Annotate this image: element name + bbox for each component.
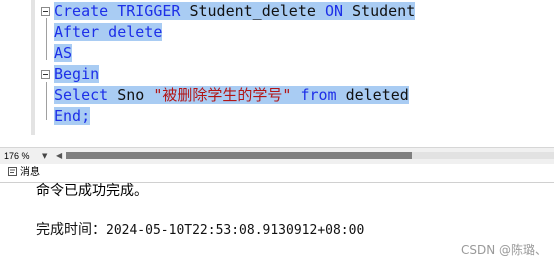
code-line-4[interactable]: Begin <box>54 64 100 85</box>
code-token: Student_delete <box>189 2 325 20</box>
code-token: End; <box>54 107 91 125</box>
code-token: Begin <box>54 65 100 83</box>
code-token: Create TRIGGER <box>54 2 190 20</box>
code-line-3[interactable]: AS <box>54 43 73 64</box>
completion-time-value: 2024-05-10T22:53:08.9130912+08:00 <box>106 223 365 238</box>
code-line-6[interactable]: End; <box>54 106 91 127</box>
code-token: Student <box>352 2 416 20</box>
code-token: "被删除学生的学号" <box>153 86 301 104</box>
tab-messages-label: 消息 <box>20 167 40 178</box>
completion-time-row: 完成时间：2024-05-10T22:53:08.9130912+08:00 <box>36 220 364 240</box>
result-message: 命令已成功完成。 <box>36 183 148 199</box>
fold-guide-line <box>46 82 47 120</box>
collapse-block-icon[interactable] <box>41 7 50 16</box>
code-line-2[interactable]: After delete <box>54 22 163 43</box>
completion-time-label: 完成时间： <box>36 222 106 238</box>
watermark: CSDN @陈璐、 <box>460 243 547 257</box>
messages-icon <box>8 167 17 176</box>
code-token: deleted <box>345 86 409 104</box>
zoom-value: 176 % <box>4 151 30 161</box>
messages-pane: 命令已成功完成。 完成时间：2024-05-10T22:53:08.913091… <box>0 182 554 266</box>
code-line-5[interactable]: Select Sno "被删除学生的学号" from deleted <box>54 85 409 106</box>
code-line-1[interactable]: Create TRIGGER Student_delete ON Student <box>54 1 416 22</box>
code-token: Select <box>54 86 118 104</box>
tab-messages[interactable]: 消息 <box>8 166 40 180</box>
scroll-left-icon[interactable]: ◀ <box>56 151 62 160</box>
chevron-down-icon[interactable]: ▼ <box>42 152 47 160</box>
horizontal-scroll-thumb[interactable] <box>66 152 412 159</box>
change-tracking-bar <box>31 0 35 135</box>
code-token: Sno <box>117 86 154 104</box>
query-editor[interactable]: Create TRIGGER Student_delete ON Student… <box>0 0 554 147</box>
code-token: ON <box>324 2 353 20</box>
code-token: AS <box>54 44 73 62</box>
code-token: After delete <box>54 23 163 41</box>
collapse-block-icon[interactable] <box>41 70 50 79</box>
fold-guide-line <box>46 18 47 60</box>
editor-status-strip: 176 % ▼ ◀ <box>0 147 554 165</box>
results-tab-bar: 消息 <box>0 164 554 183</box>
code-token: from <box>300 86 346 104</box>
